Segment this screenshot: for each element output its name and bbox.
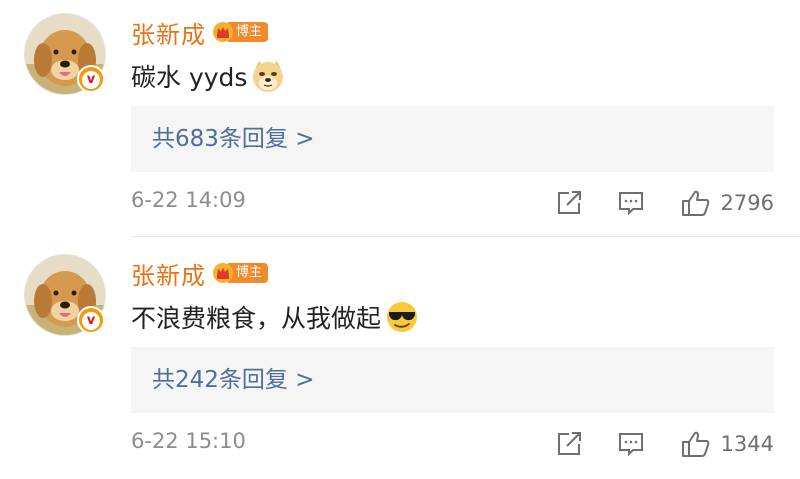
comment-item: v 张新成 博主 碳水 yyds 共683条回复 > 6-22 14:09 27… bbox=[0, 0, 800, 236]
thumbs-up-icon bbox=[681, 190, 709, 216]
blogger-tag-label: 博主 bbox=[228, 263, 269, 283]
like-count: 2796 bbox=[720, 191, 774, 215]
sunglasses-emoji-icon bbox=[387, 302, 418, 332]
comment-icon bbox=[618, 192, 643, 216]
comment-timestamp: 6-22 14:09 bbox=[131, 188, 246, 212]
doge-emoji-icon bbox=[253, 61, 284, 92]
like-button[interactable]: 1344 bbox=[681, 430, 774, 458]
blogger-tag: 博主 bbox=[212, 262, 269, 284]
comment-content: 不浪费粮食，从我做起 bbox=[131, 299, 419, 335]
share-button[interactable] bbox=[555, 189, 583, 217]
avatar[interactable]: v bbox=[24, 254, 106, 336]
avatar[interactable]: v bbox=[24, 13, 106, 95]
crown-icon bbox=[212, 262, 234, 284]
blogger-tag-label: 博主 bbox=[228, 22, 269, 42]
like-count: 1344 bbox=[720, 432, 774, 456]
share-icon bbox=[557, 191, 581, 214]
verified-badge-icon: v bbox=[77, 65, 105, 93]
comment-divider bbox=[131, 236, 800, 237]
comment-text: 碳水 yyds bbox=[131, 63, 248, 92]
comment-item: v 张新成 博主 不浪费粮食，从我做起 共242条回复 > 6-22 15:10 bbox=[0, 241, 800, 479]
comment-timestamp: 6-22 15:10 bbox=[131, 429, 246, 453]
blogger-tag: 博主 bbox=[212, 21, 269, 43]
like-button[interactable]: 2796 bbox=[681, 189, 774, 217]
comment-button[interactable] bbox=[617, 430, 645, 458]
author-name[interactable]: 张新成 bbox=[131, 256, 206, 291]
crown-icon bbox=[212, 21, 234, 43]
share-icon bbox=[557, 432, 581, 455]
comment-button[interactable] bbox=[617, 189, 645, 217]
view-replies-link[interactable]: 共683条回复 > bbox=[131, 106, 774, 172]
view-replies-link[interactable]: 共242条回复 > bbox=[131, 347, 774, 413]
verified-badge-icon: v bbox=[77, 306, 105, 334]
share-button[interactable] bbox=[555, 430, 583, 458]
thumbs-up-icon bbox=[681, 431, 709, 457]
author-name[interactable]: 张新成 bbox=[131, 15, 206, 50]
comment-icon bbox=[618, 433, 643, 457]
comment-content: 碳水 yyds bbox=[131, 58, 285, 94]
comment-text: 不浪费粮食，从我做起 bbox=[131, 304, 382, 333]
